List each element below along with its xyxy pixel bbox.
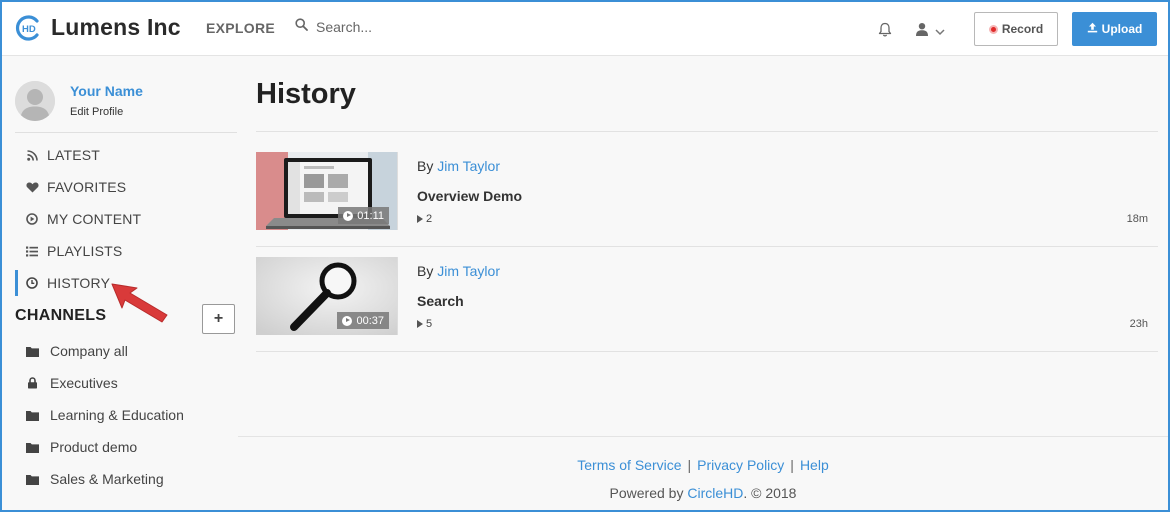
powered-by: Powered by CircleHD. © 2018	[238, 485, 1168, 501]
top-bar: HD Lumens Inc EXPLORE Search... Record U…	[2, 2, 1168, 56]
video-thumbnail[interactable]: 01:11	[256, 152, 397, 230]
channels-heading: CHANNELS	[15, 307, 107, 324]
user-menu-button[interactable]	[915, 22, 945, 41]
view-count-value: 2	[426, 213, 433, 225]
logo-mark-text: HD	[22, 24, 36, 35]
video-age: 18m	[1126, 213, 1148, 225]
video-title[interactable]: Search	[417, 293, 464, 309]
duration-label: 01:11	[357, 209, 384, 222]
circlehd-link[interactable]: CircleHD	[687, 485, 743, 501]
video-row[interactable]: 01:11 By Jim Taylor Overview Demo 2 18m	[256, 142, 1158, 247]
play-icon	[417, 215, 423, 223]
folder-icon	[25, 410, 39, 421]
bell-icon	[878, 22, 892, 41]
channel-item-executives[interactable]: Executives	[15, 371, 235, 395]
record-icon	[988, 24, 998, 34]
sidebar-item-label: FAVORITES	[47, 179, 127, 195]
sidebar-item-latest[interactable]: LATEST	[15, 142, 235, 168]
sidebar-item-label: PLAYLISTS	[47, 243, 123, 259]
explore-link[interactable]: EXPLORE	[206, 20, 275, 36]
terms-of-service-link[interactable]: Terms of Service	[577, 457, 681, 473]
footer-divider	[238, 436, 1168, 437]
record-button[interactable]: Record	[974, 12, 1058, 46]
profile-card: Your Name Edit Profile	[15, 81, 237, 133]
circlehd-logo-icon: HD	[15, 14, 41, 41]
sidebar-item-label: LATEST	[47, 147, 101, 163]
profile-name[interactable]: Your Name	[70, 83, 143, 99]
powered-suffix: . © 2018	[743, 485, 797, 501]
folder-icon	[25, 346, 39, 357]
upload-label: Upload	[1101, 22, 1143, 36]
app-window: HD Lumens Inc EXPLORE Search... Record U…	[0, 0, 1170, 512]
privacy-policy-link[interactable]: Privacy Policy	[697, 457, 784, 473]
page-title: History	[256, 78, 356, 110]
record-label: Record	[1001, 22, 1044, 36]
video-author: By Jim Taylor	[417, 158, 500, 174]
rss-icon	[25, 149, 39, 161]
search-input[interactable]	[316, 19, 516, 35]
upload-icon	[1087, 22, 1098, 36]
channel-item-product-demo[interactable]: Product demo	[15, 435, 235, 459]
duration-badge: 01:11	[338, 207, 389, 224]
channel-label: Sales & Marketing	[50, 471, 164, 487]
folder-icon	[25, 442, 39, 453]
footer-links: Terms of Service | Privacy Policy | Help	[238, 457, 1168, 473]
help-link[interactable]: Help	[800, 457, 829, 473]
channel-item-learning-education[interactable]: Learning & Education	[15, 403, 235, 427]
video-age: 23h	[1129, 318, 1148, 330]
duration-badge: 00:37	[337, 312, 389, 329]
view-count: 5	[417, 318, 432, 330]
folder-icon	[25, 474, 39, 485]
author-link[interactable]: Jim Taylor	[437, 263, 500, 279]
channel-item-sales-marketing[interactable]: Sales & Marketing	[15, 467, 235, 491]
list-icon	[25, 246, 39, 257]
by-prefix: By	[417, 158, 434, 174]
sidebar-item-playlists[interactable]: PLAYLISTS	[15, 238, 235, 264]
powered-prefix: Powered by	[609, 485, 684, 501]
lock-icon	[25, 377, 39, 389]
play-circle-icon	[342, 315, 353, 326]
search-icon	[295, 18, 308, 36]
duration-label: 00:37	[356, 314, 384, 327]
user-icon	[915, 22, 929, 41]
separator: |	[790, 457, 794, 473]
heart-icon	[25, 182, 39, 193]
brand-name: Lumens Inc	[51, 14, 181, 40]
separator: |	[687, 457, 692, 473]
title-divider	[256, 131, 1158, 132]
video-author: By Jim Taylor	[417, 263, 500, 279]
play-circle-icon	[343, 210, 354, 221]
view-count: 2	[417, 213, 432, 225]
video-title[interactable]: Overview Demo	[417, 188, 522, 204]
chevron-down-icon	[935, 23, 945, 41]
video-row[interactable]: 00:37 By Jim Taylor Search 5 23h	[256, 247, 1158, 352]
channel-item-company-all[interactable]: Company all	[15, 339, 235, 363]
thumbnail-divider	[397, 152, 398, 230]
sidebar-item-label: HISTORY	[47, 275, 111, 291]
avatar[interactable]	[15, 81, 55, 121]
play-icon	[417, 320, 423, 328]
play-circle-icon	[25, 213, 39, 225]
by-prefix: By	[417, 263, 434, 279]
thumbnail-divider	[397, 257, 398, 335]
upload-button[interactable]: Upload	[1072, 12, 1157, 46]
video-thumbnail[interactable]: 00:37	[256, 257, 397, 335]
channel-label: Learning & Education	[50, 407, 184, 423]
add-channel-button[interactable]: +	[202, 304, 235, 334]
channel-label: Product demo	[50, 439, 138, 455]
author-link[interactable]: Jim Taylor	[437, 158, 500, 174]
sidebar-item-my-content[interactable]: MY CONTENT	[15, 206, 235, 232]
view-count-value: 5	[426, 318, 433, 330]
channel-label: Executives	[50, 375, 118, 391]
brand-logo[interactable]: HD Lumens Inc	[15, 14, 181, 41]
channel-label: Company all	[50, 343, 128, 359]
sidebar-item-favorites[interactable]: FAVORITES	[15, 174, 235, 200]
notifications-button[interactable]	[878, 22, 892, 42]
search-box[interactable]	[295, 18, 516, 36]
edit-profile-link[interactable]: Edit Profile	[70, 106, 123, 118]
sidebar-item-label: MY CONTENT	[47, 211, 142, 227]
annotation-arrow	[110, 282, 170, 329]
clock-icon	[25, 277, 39, 289]
